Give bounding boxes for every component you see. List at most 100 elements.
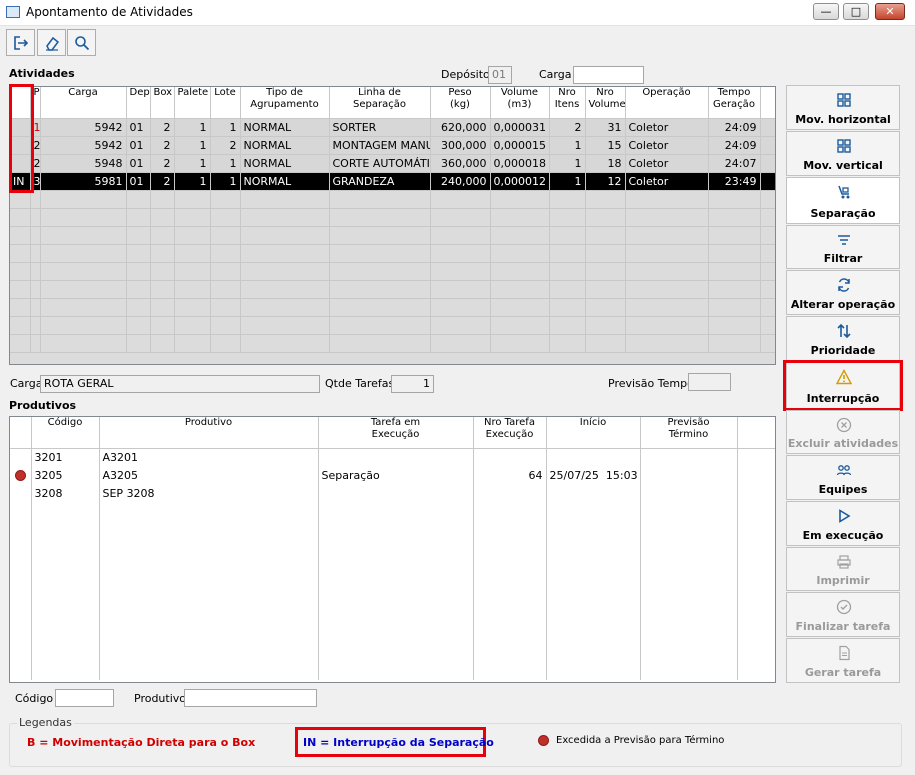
exit-icon [14,36,29,50]
atividades-grid[interactable]: P Carga Dep Box Palete Lote Tipo de Agru… [9,86,776,365]
deposito-field[interactable]: 01 [488,66,512,84]
legend-title: Legendas [17,716,74,729]
col-codigo[interactable]: Código [31,417,100,449]
col-p[interactable]: P [30,87,41,119]
row-tipo: NORMAL [240,118,330,137]
qtde-tarefas-field[interactable]: 1 [391,375,434,393]
carga-filter-field[interactable] [573,66,644,84]
row-inicio [546,484,641,502]
row-p: 2 [30,136,41,155]
filtrar-button[interactable]: Filtrar [786,225,900,269]
list-item[interactable]: 3205 A3205 Separação 64 25/07/25 15:03 [10,466,775,484]
col-peso[interactable]: Peso (kg) [430,87,491,119]
finalizar-tarefa-button[interactable]: Finalizar tarefa [786,592,900,637]
previsao-tempo-field[interactable] [688,373,731,391]
col-produtivo[interactable]: Produtivo [99,417,319,449]
equipes-button[interactable]: Equipes [786,455,900,500]
row-volume: 0,000015 [490,136,550,155]
produtivo-filter-field[interactable] [184,689,317,707]
col-linha-separacao[interactable]: Linha de Separação [329,87,431,119]
sort-arrows-icon [837,323,851,339]
excluir-atividades-button[interactable]: Excluir atividades [786,410,900,454]
window-title: Apontamento de Atividades [26,5,193,19]
filtrar-label: Filtrar [823,252,863,265]
table-row[interactable]: 1 5942 01 2 1 1 NORMAL SORTER 620,000 0,… [10,118,775,137]
codigo-filter-field[interactable] [55,689,114,707]
row-peso: 360,000 [430,154,491,173]
list-item[interactable]: 3201 A3201 [10,448,775,466]
col-volume[interactable]: Volume (m3) [490,87,550,119]
col-dep[interactable]: Dep [126,87,151,119]
table-row[interactable]: 2 5942 01 2 1 2 NORMAL MONTAGEM MANU 300… [10,136,775,155]
row-carga: 5948 [40,154,127,173]
row-codigo: 3205 [31,466,100,484]
row-operacao: Coletor [625,118,709,137]
col-operacao[interactable]: Operação [625,87,709,119]
row-palete: 1 [174,172,211,191]
gerar-tarefa-label: Gerar tarefa [804,666,882,679]
row-nvol: 31 [585,118,626,137]
table-row-selected[interactable]: IN 3 5981 01 2 1 1 NORMAL GRANDEZA 240,0… [10,172,775,191]
produtivos-grid[interactable]: Código Produtivo Tarefa em Execução Nro … [9,416,776,683]
row-dep: 01 [126,172,151,191]
table-row[interactable]: 2 5948 01 2 1 1 NORMAL CORTE AUTOMÁTI 36… [10,154,775,173]
mov-vertical-button[interactable]: Mov. vertical [786,131,900,176]
separacao-button[interactable]: Separação [786,177,900,224]
col-tipo-agrupamento[interactable]: Tipo de Agrupamento [240,87,330,119]
col-flag[interactable] [10,87,31,119]
row-flag [10,136,31,155]
row-lote: 1 [210,172,241,191]
col-alert[interactable] [10,417,32,449]
col-nro-volume[interactable]: Nro Volume [585,87,626,119]
legend-item-b: B = Movimentação Direta para o Box [27,736,256,749]
maximize-button[interactable]: □ [843,3,869,20]
col-nro-itens[interactable]: Nro Itens [549,87,586,119]
carga-field[interactable]: ROTA GERAL [40,375,320,393]
atividades-table: P Carga Dep Box Palete Lote Tipo de Agru… [10,87,775,353]
row-p: 3 [30,172,41,191]
col-tempo-geracao[interactable]: Tempo Geração [708,87,761,119]
row-tarefa [318,484,474,502]
row-tempo: 24:09 [708,136,761,155]
close-button[interactable]: ✕ [875,3,905,20]
imprimir-button[interactable]: Imprimir [786,547,900,591]
exit-button[interactable] [6,29,35,56]
col-palete[interactable]: Palete [174,87,211,119]
row-dep: 01 [126,118,151,137]
row-previsao [640,448,738,466]
row-codigo: 3208 [31,484,100,502]
col-carga[interactable]: Carga [40,87,127,119]
em-execucao-button[interactable]: Em execução [786,501,900,546]
row-tipo: NORMAL [240,172,330,191]
col-inicio[interactable]: Início [546,417,641,449]
col-box[interactable]: Box [150,87,175,119]
search-button[interactable] [67,29,96,56]
col-nro-tarefa[interactable]: Nro Tarefa Execução [473,417,547,449]
col-spacer [737,417,775,449]
row-carga: 5981 [40,172,127,191]
row-palete: 1 [174,136,211,155]
col-lote[interactable]: Lote [210,87,241,119]
equipes-label: Equipes [818,483,868,496]
clear-button[interactable] [37,29,66,56]
gerar-tarefa-button[interactable]: Gerar tarefa [786,638,900,683]
prioridade-button[interactable]: Prioridade [786,316,900,361]
minimize-button[interactable]: — [813,3,839,20]
row-alert [10,448,32,466]
row-carga: 5942 [40,118,127,137]
row-tempo: 24:07 [708,154,761,173]
atividades-heading: Atividades [9,67,75,80]
cart-icon [838,185,850,199]
row-operacao: Coletor [625,136,709,155]
empty-row [10,298,775,317]
row-nvol: 18 [585,154,626,173]
col-tarefa-execucao[interactable]: Tarefa em Execução [318,417,474,449]
alterar-operacao-button[interactable]: Alterar operação [786,270,900,315]
row-box: 2 [150,118,175,137]
mov-horizontal-button[interactable]: Mov. horizontal [786,85,900,130]
list-item[interactable]: 3208 SEP 3208 [10,484,775,502]
interrupcao-button[interactable]: Interrupção [786,362,900,409]
col-previsao-termino[interactable]: Previsão Término [640,417,738,449]
em-execucao-label: Em execução [802,529,884,542]
empty-row [10,190,775,209]
